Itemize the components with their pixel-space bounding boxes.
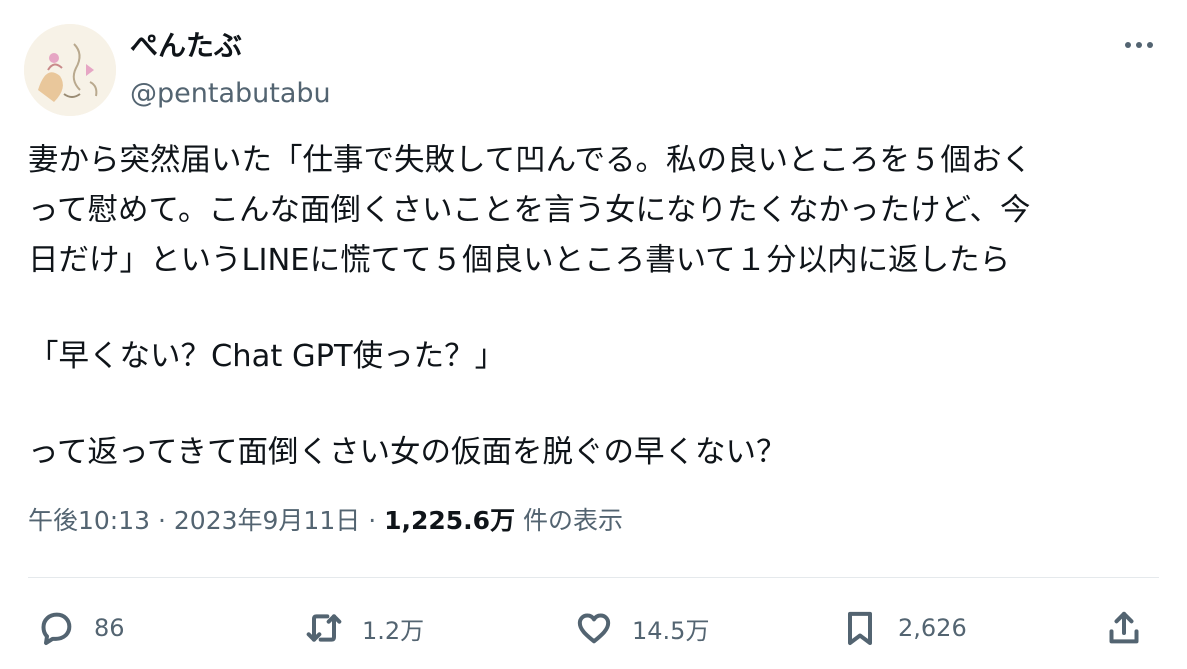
- tweet-line: って返ってきて面倒くさい女の仮面を脱ぐの早くない？: [28, 435, 787, 470]
- retweet-count: 1.2万: [362, 616, 425, 645]
- views-label: 件の表示: [523, 506, 624, 535]
- more-horizontal-icon: [1136, 42, 1142, 48]
- reply-count: 86: [94, 614, 125, 642]
- action-bar: 86 1.2万 14.5万 2,626: [28, 600, 1159, 656]
- bookmark-icon: [848, 611, 872, 645]
- heart-icon: [577, 613, 611, 644]
- like-button[interactable]: 14.5万: [574, 600, 709, 656]
- tweet-date[interactable]: 2023年9月11日: [174, 506, 360, 535]
- line-break: [28, 286, 1168, 332]
- more-horizontal-icon: [1147, 42, 1153, 48]
- bookmark-count: 2,626: [898, 614, 967, 642]
- line-break: [28, 382, 1168, 428]
- tweet-time[interactable]: 午後10:13: [28, 506, 150, 535]
- bookmark-button[interactable]: 2,626: [840, 600, 967, 656]
- views-count[interactable]: 1,225.6万: [384, 506, 515, 535]
- tweet-meta: 午後10:13 · 2023年9月11日 · 1,225.6万 件の表示: [28, 503, 623, 539]
- reply-button[interactable]: 86: [36, 600, 125, 656]
- reply-icon: [41, 612, 72, 645]
- handle[interactable]: @pentabutabu: [130, 76, 331, 112]
- tweet-text: 妻から突然届いた「仕事で失敗して凹んでる。私の良いところを５個おく って慰めて。…: [28, 136, 1168, 478]
- retweet-button[interactable]: 1.2万: [304, 600, 424, 656]
- divider: [28, 577, 1159, 578]
- more-options-button[interactable]: [1119, 30, 1159, 60]
- meta-separator: ·: [158, 506, 174, 535]
- tweet-line: 妻から突然届いた「仕事で失敗して凹んでる。私の良いところを５個おく: [28, 143, 1033, 178]
- tweet-line: 「早くない？Chat GPT使った？」: [28, 339, 506, 374]
- more-horizontal-icon: [1125, 42, 1131, 48]
- tweet-card: ぺんたぶ @pentabutabu 妻から突然届いた「仕事で失敗して凹んでる。私…: [0, 0, 1187, 669]
- tweet-line: 日だけ」というLINEに慌てて５個良いところ書いて１分以内に返したら: [28, 243, 1011, 278]
- avatar-illustration: [24, 24, 116, 116]
- share-icon: [1109, 611, 1139, 644]
- author-block: ぺんたぶ @pentabutabu: [130, 28, 331, 112]
- share-button[interactable]: [1104, 600, 1144, 656]
- like-count: 14.5万: [632, 616, 710, 645]
- avatar[interactable]: [24, 24, 116, 116]
- tweet-line: って慰めて。こんな面倒くさいことを言う女になりたくなかったけど、今: [28, 193, 1031, 228]
- meta-separator: ·: [368, 506, 385, 535]
- display-name[interactable]: ぺんたぶ: [130, 28, 331, 64]
- retweet-icon: [306, 614, 342, 642]
